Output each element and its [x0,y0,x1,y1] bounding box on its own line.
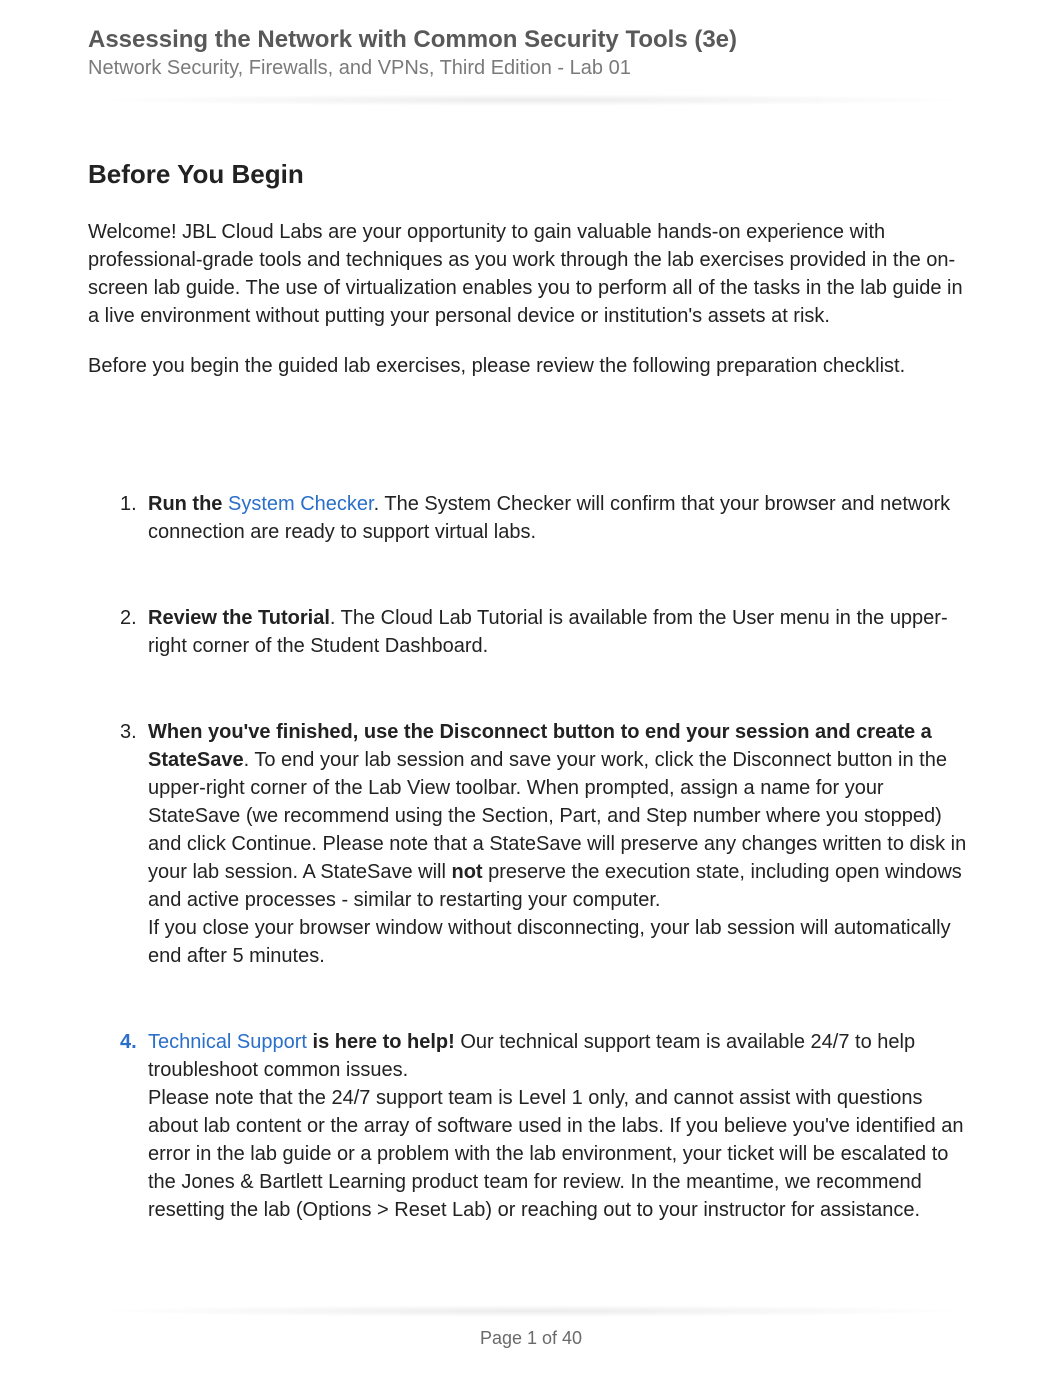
intro-paragraph-1: Welcome! JBL Cloud Labs are your opportu… [88,218,974,330]
item-bold-prefix: Run the [148,493,228,515]
section-heading: Before You Begin [88,159,974,190]
checklist-item-4: 4. Technical Support is here to help! Ou… [148,1028,974,1224]
checklist-item-1: 1. Run the System Checker. The System Ch… [148,490,974,546]
item-text-continued: If you close your browser window without… [148,917,951,967]
checklist-item-3: 3. When you've finished, use the Disconn… [148,718,974,970]
document-content: Before You Begin Welcome! JBL Cloud Labs… [88,159,974,1224]
document-header: Assessing the Network with Common Securi… [88,24,974,99]
item-number: 4. [120,1028,137,1056]
item-bold-prefix: Review the Tutorial [148,607,330,629]
page-number: Page 1 of 40 [0,1328,1062,1349]
item-bold-not: not [452,861,483,883]
system-checker-link[interactable]: System Checker [228,493,374,515]
item-number: 2. [120,604,137,632]
item-text-continued: Please note that the 24/7 support team i… [148,1087,963,1221]
checklist-item-2: 2. Review the Tutorial. The Cloud Lab Tu… [148,604,974,660]
document-subtitle: Network Security, Firewalls, and VPNs, T… [88,57,974,80]
preparation-checklist: 1. Run the System Checker. The System Ch… [88,490,974,1224]
document-title: Assessing the Network with Common Securi… [88,24,974,55]
item-bold-mid: is here to help! [307,1031,455,1053]
item-number: 1. [120,490,137,518]
intro-paragraph-2: Before you begin the guided lab exercise… [88,352,974,380]
technical-support-link[interactable]: Technical Support [148,1031,307,1053]
footer-divider [88,1305,974,1317]
item-number: 3. [120,718,137,746]
